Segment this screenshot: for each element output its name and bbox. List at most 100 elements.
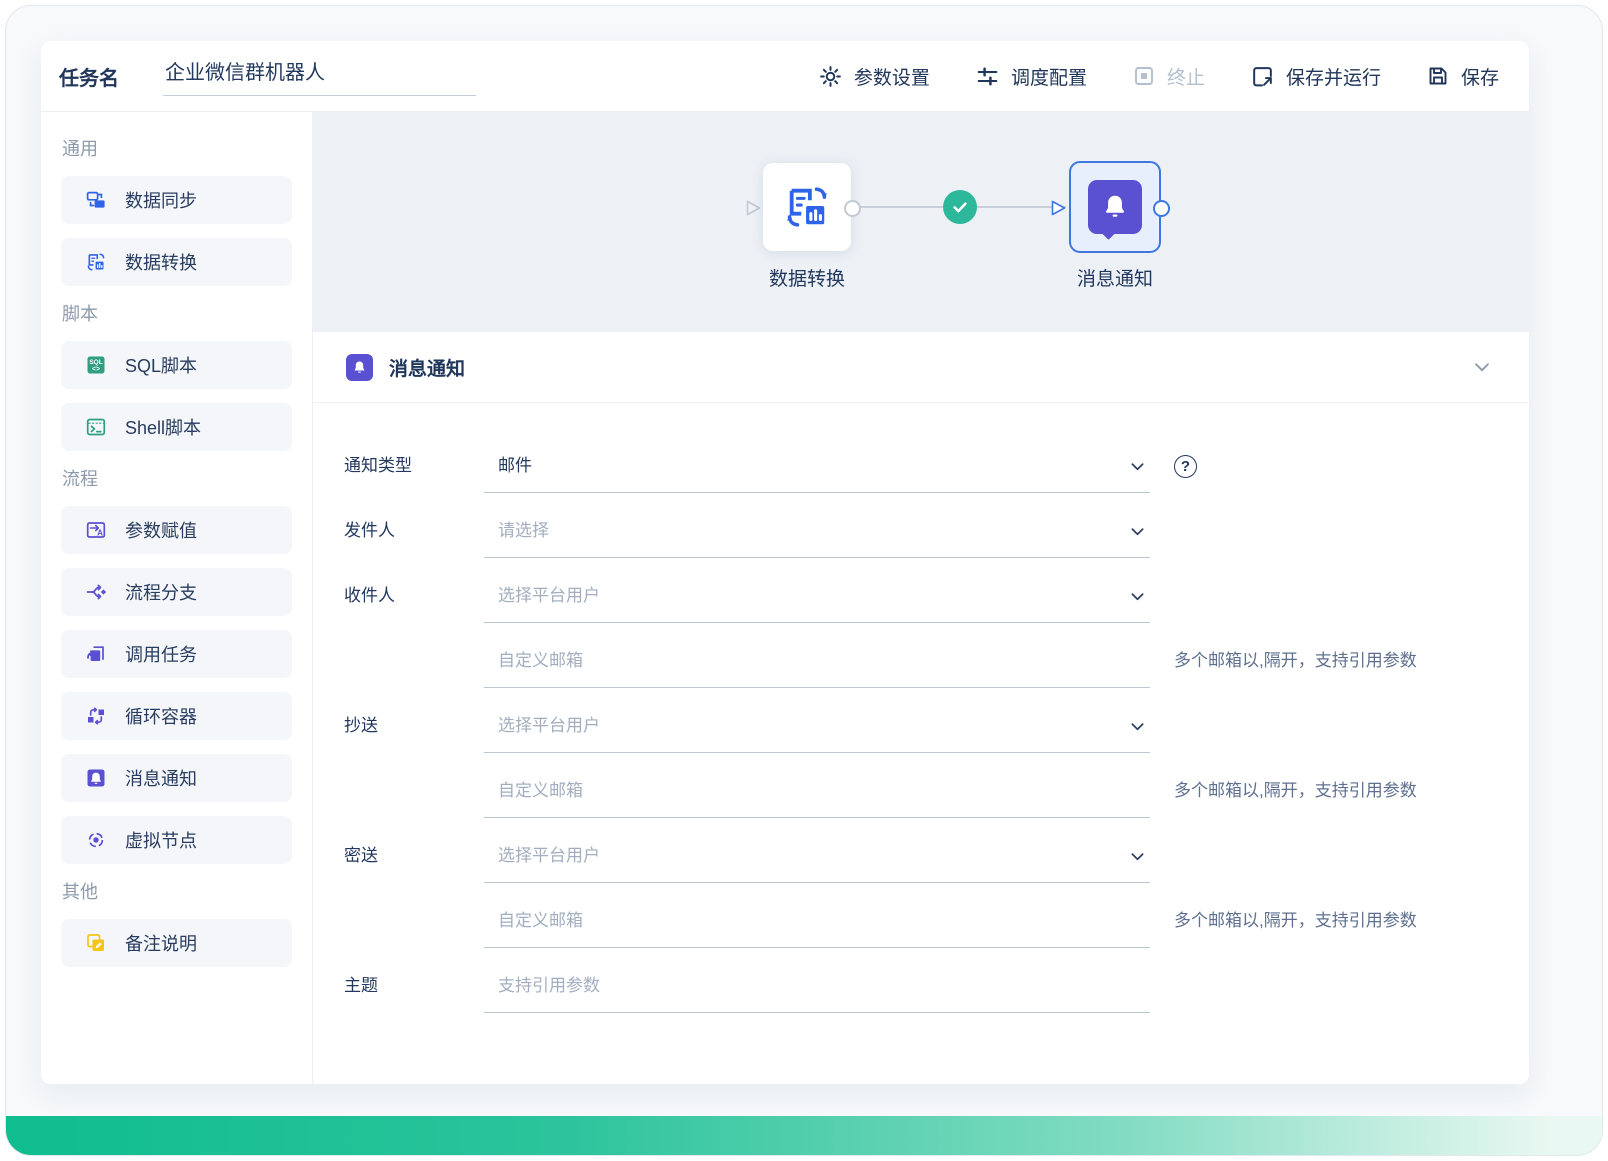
bcc-custom-email-input[interactable]: 自定义邮箱 [484, 910, 1150, 948]
form-row-bcc-custom-email: 自定义邮箱 多个邮箱以,隔开，支持引用参数 [344, 910, 1529, 975]
custom-email-placeholder: 自定义邮箱 [498, 651, 583, 670]
param-assign-icon: A [86, 520, 106, 540]
sender-placeholder: 请选择 [498, 521, 549, 540]
sidebar-item-label: 消息通知 [125, 769, 197, 789]
input-port-triangle-icon[interactable] [745, 199, 762, 217]
sidebar-item-note[interactable]: 备注说明 [61, 919, 292, 967]
data-transform-icon [784, 184, 830, 230]
sidebar-item-label: 备注说明 [125, 934, 197, 954]
form-row-subject: 主题 支持引用参数 [344, 975, 1529, 1040]
section-title-general: 通用 [62, 139, 98, 159]
save-button[interactable]: 保存 [1426, 63, 1499, 90]
custom-email-placeholder: 自定义邮箱 [498, 911, 583, 930]
shell-script-icon [86, 417, 106, 437]
form-row-cc-custom-email: 自定义邮箱 多个邮箱以,隔开，支持引用参数 [344, 780, 1529, 845]
sidebar-item-param-assign[interactable]: A 参数赋值 [61, 506, 292, 554]
notify-type-value: 邮件 [498, 456, 532, 475]
gear-icon [818, 64, 843, 89]
sidebar-item-sql-script[interactable]: SQL <> SQL脚本 [61, 341, 292, 389]
sidebar-item-label: SQL脚本 [125, 356, 198, 376]
svg-text:<>: <> [92, 366, 100, 373]
param-settings-button[interactable]: 参数设置 [818, 63, 930, 90]
form-row-bcc: 密送 选择平台用户 [344, 845, 1529, 910]
main-column: 数据转换 消息通知 消息通知 通知类型 邮件 ? 发件人 请选择 收件人 选择平… [313, 112, 1529, 1084]
form-row-cc: 抄送 选择平台用户 [344, 715, 1529, 780]
sidebar-item-label: 数据转换 [125, 253, 197, 273]
sql-script-icon: SQL <> [86, 355, 106, 375]
sidebar-item-loop-container[interactable]: 循环容器 [61, 692, 292, 740]
terminate-label: 终止 [1166, 67, 1205, 89]
notify-type-select[interactable]: 邮件 [484, 455, 1150, 493]
chevron-down-icon [1128, 457, 1147, 476]
cc-custom-email-input[interactable]: 自定义邮箱 [484, 780, 1150, 818]
task-name-input[interactable]: 企业微信群机器人 [163, 56, 476, 96]
flow-canvas[interactable]: 数据转换 消息通知 [313, 112, 1529, 332]
data-transform-icon [86, 252, 106, 272]
sidebar-item-virtual-node[interactable]: 虚拟节点 [61, 816, 292, 864]
svg-text:SQL: SQL [89, 359, 102, 366]
node-label: 数据转换 [768, 269, 845, 290]
schedule-config-button[interactable]: 调度配置 [975, 63, 1087, 90]
form-row-recipient: 收件人 选择平台用户 [344, 585, 1529, 650]
config-panel-title: 消息通知 [389, 358, 466, 380]
sidebar-item-data-transform[interactable]: 数据转换 [61, 238, 292, 286]
sidebar-item-label: 虚拟节点 [125, 831, 197, 851]
save-and-run-label: 保存并运行 [1285, 67, 1381, 89]
notification-form: 通知类型 邮件 ? 发件人 请选择 收件人 选择平台用户 自定义邮箱 多个邮箱以… [313, 403, 1529, 1084]
sidebar-item-shell-script[interactable]: Shell脚本 [61, 403, 292, 451]
custom-email-hint: 多个邮箱以,隔开，支持引用参数 [1174, 911, 1417, 930]
bell-icon [1088, 180, 1142, 234]
bell-icon [346, 353, 373, 381]
field-label: 发件人 [344, 521, 395, 540]
output-port[interactable] [1153, 200, 1170, 217]
virtual-node-icon [86, 830, 106, 850]
data-sync-icon [86, 190, 106, 210]
section-title-script: 脚本 [62, 304, 98, 324]
top-bar: 任务名 企业微信群机器人 参数设置 调度配置 终止 保存并运行 保存 [41, 41, 1529, 112]
subject-input[interactable]: 支持引用参数 [484, 975, 1150, 1013]
work-area: 通用 数据同步 数据转换 脚本 SQL <> SQL脚本 Shell脚本 流程 … [41, 112, 1529, 1084]
help-icon[interactable]: ? [1174, 455, 1197, 478]
sidebar-item-call-task[interactable]: 调用任务 [61, 630, 292, 678]
note-icon [86, 933, 106, 953]
sidebar-item-label: 循环容器 [125, 707, 197, 727]
loop-container-icon [86, 706, 106, 726]
node-label: 消息通知 [1076, 269, 1153, 290]
subject-placeholder: 支持引用参数 [498, 976, 600, 995]
notification-icon [86, 768, 106, 788]
save-run-icon [1250, 64, 1275, 89]
field-label: 通知类型 [344, 456, 412, 475]
chevron-down-icon [1128, 587, 1147, 606]
input-port-triangle-icon[interactable] [1050, 199, 1067, 217]
recipient-placeholder: 选择平台用户 [498, 586, 600, 605]
param-settings-label: 参数设置 [853, 67, 930, 89]
field-label: 收件人 [344, 586, 395, 605]
node-data-transform[interactable] [763, 163, 851, 251]
sender-select[interactable]: 请选择 [484, 520, 1150, 558]
custom-email-hint: 多个邮箱以,隔开，支持引用参数 [1174, 781, 1417, 800]
sidebar-item-data-sync[interactable]: 数据同步 [61, 176, 292, 224]
node-notification-selected[interactable] [1069, 161, 1161, 253]
sidebar-item-notification[interactable]: 消息通知 [61, 754, 292, 802]
recipient-select[interactable]: 选择平台用户 [484, 585, 1150, 623]
bcc-select[interactable]: 选择平台用户 [484, 845, 1150, 883]
main-window: 任务名 企业微信群机器人 参数设置 调度配置 终止 保存并运行 保存 通用 数据… [41, 41, 1529, 1084]
custom-email-placeholder: 自定义邮箱 [498, 781, 583, 800]
collapse-chevron-icon[interactable] [1471, 356, 1493, 378]
config-panel-header: 消息通知 [313, 332, 1529, 403]
form-row-recipient-custom-email: 自定义邮箱 多个邮箱以,隔开，支持引用参数 [344, 650, 1529, 715]
save-and-run-button[interactable]: 保存并运行 [1250, 63, 1381, 90]
output-port[interactable] [844, 200, 861, 217]
sidebar-item-label: 流程分支 [125, 583, 197, 603]
section-title-other: 其他 [62, 882, 98, 902]
field-label: 密送 [344, 846, 378, 865]
component-sidebar: 通用 数据同步 数据转换 脚本 SQL <> SQL脚本 Shell脚本 流程 … [41, 112, 313, 1084]
cc-select[interactable]: 选择平台用户 [484, 715, 1150, 753]
chevron-down-icon [1128, 522, 1147, 541]
recipient-custom-email-input[interactable]: 自定义邮箱 [484, 650, 1150, 688]
schedule-config-label: 调度配置 [1010, 67, 1087, 89]
branch-icon [86, 582, 106, 602]
footer-gradient-bar [6, 1116, 1602, 1155]
form-row-notify-type: 通知类型 邮件 ? [344, 455, 1529, 520]
sidebar-item-branch[interactable]: 流程分支 [61, 568, 292, 616]
